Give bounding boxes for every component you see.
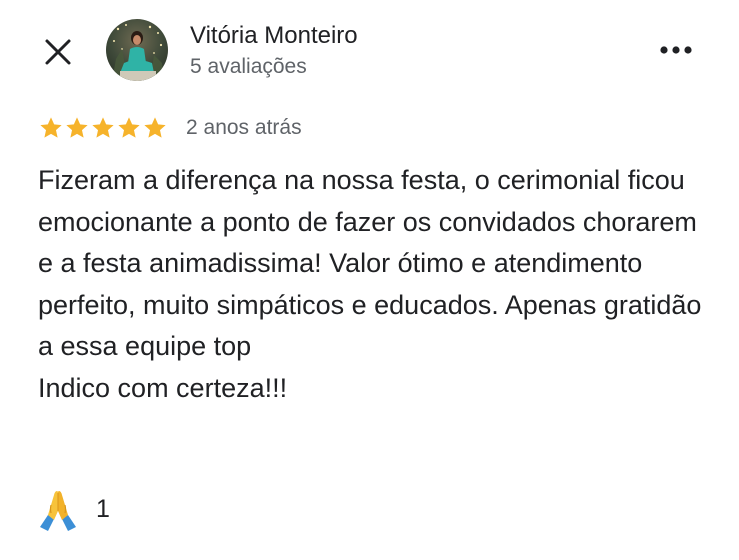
more-options-button[interactable]	[656, 34, 696, 66]
review-text: Fizeram a diferença na nossa festa, o ce…	[38, 165, 702, 403]
close-icon	[45, 39, 71, 65]
review-header: Vitória Monteiro 5 avaliações	[0, 0, 739, 100]
reaction-button[interactable]: 1	[36, 486, 110, 532]
review-date: 2 anos atrás	[186, 116, 302, 139]
folded-hands-emoji-icon	[40, 491, 76, 531]
star-icon	[40, 117, 62, 138]
star-rating	[38, 115, 168, 141]
star-icon	[66, 117, 88, 138]
more-horizontal-icon	[660, 46, 692, 54]
reviewer-name[interactable]: Vitória Monteiro	[190, 22, 358, 50]
profile-photo-icon	[106, 19, 168, 81]
reviewer-review-count: 5 avaliações	[190, 55, 307, 78]
star-icon	[118, 117, 140, 138]
avatar[interactable]	[106, 19, 168, 81]
star-icon	[144, 117, 166, 138]
reaction-count: 1	[96, 494, 110, 523]
star-icon	[92, 117, 114, 138]
rating-row: 2 anos atrás	[38, 113, 302, 143]
close-button[interactable]	[38, 32, 78, 72]
